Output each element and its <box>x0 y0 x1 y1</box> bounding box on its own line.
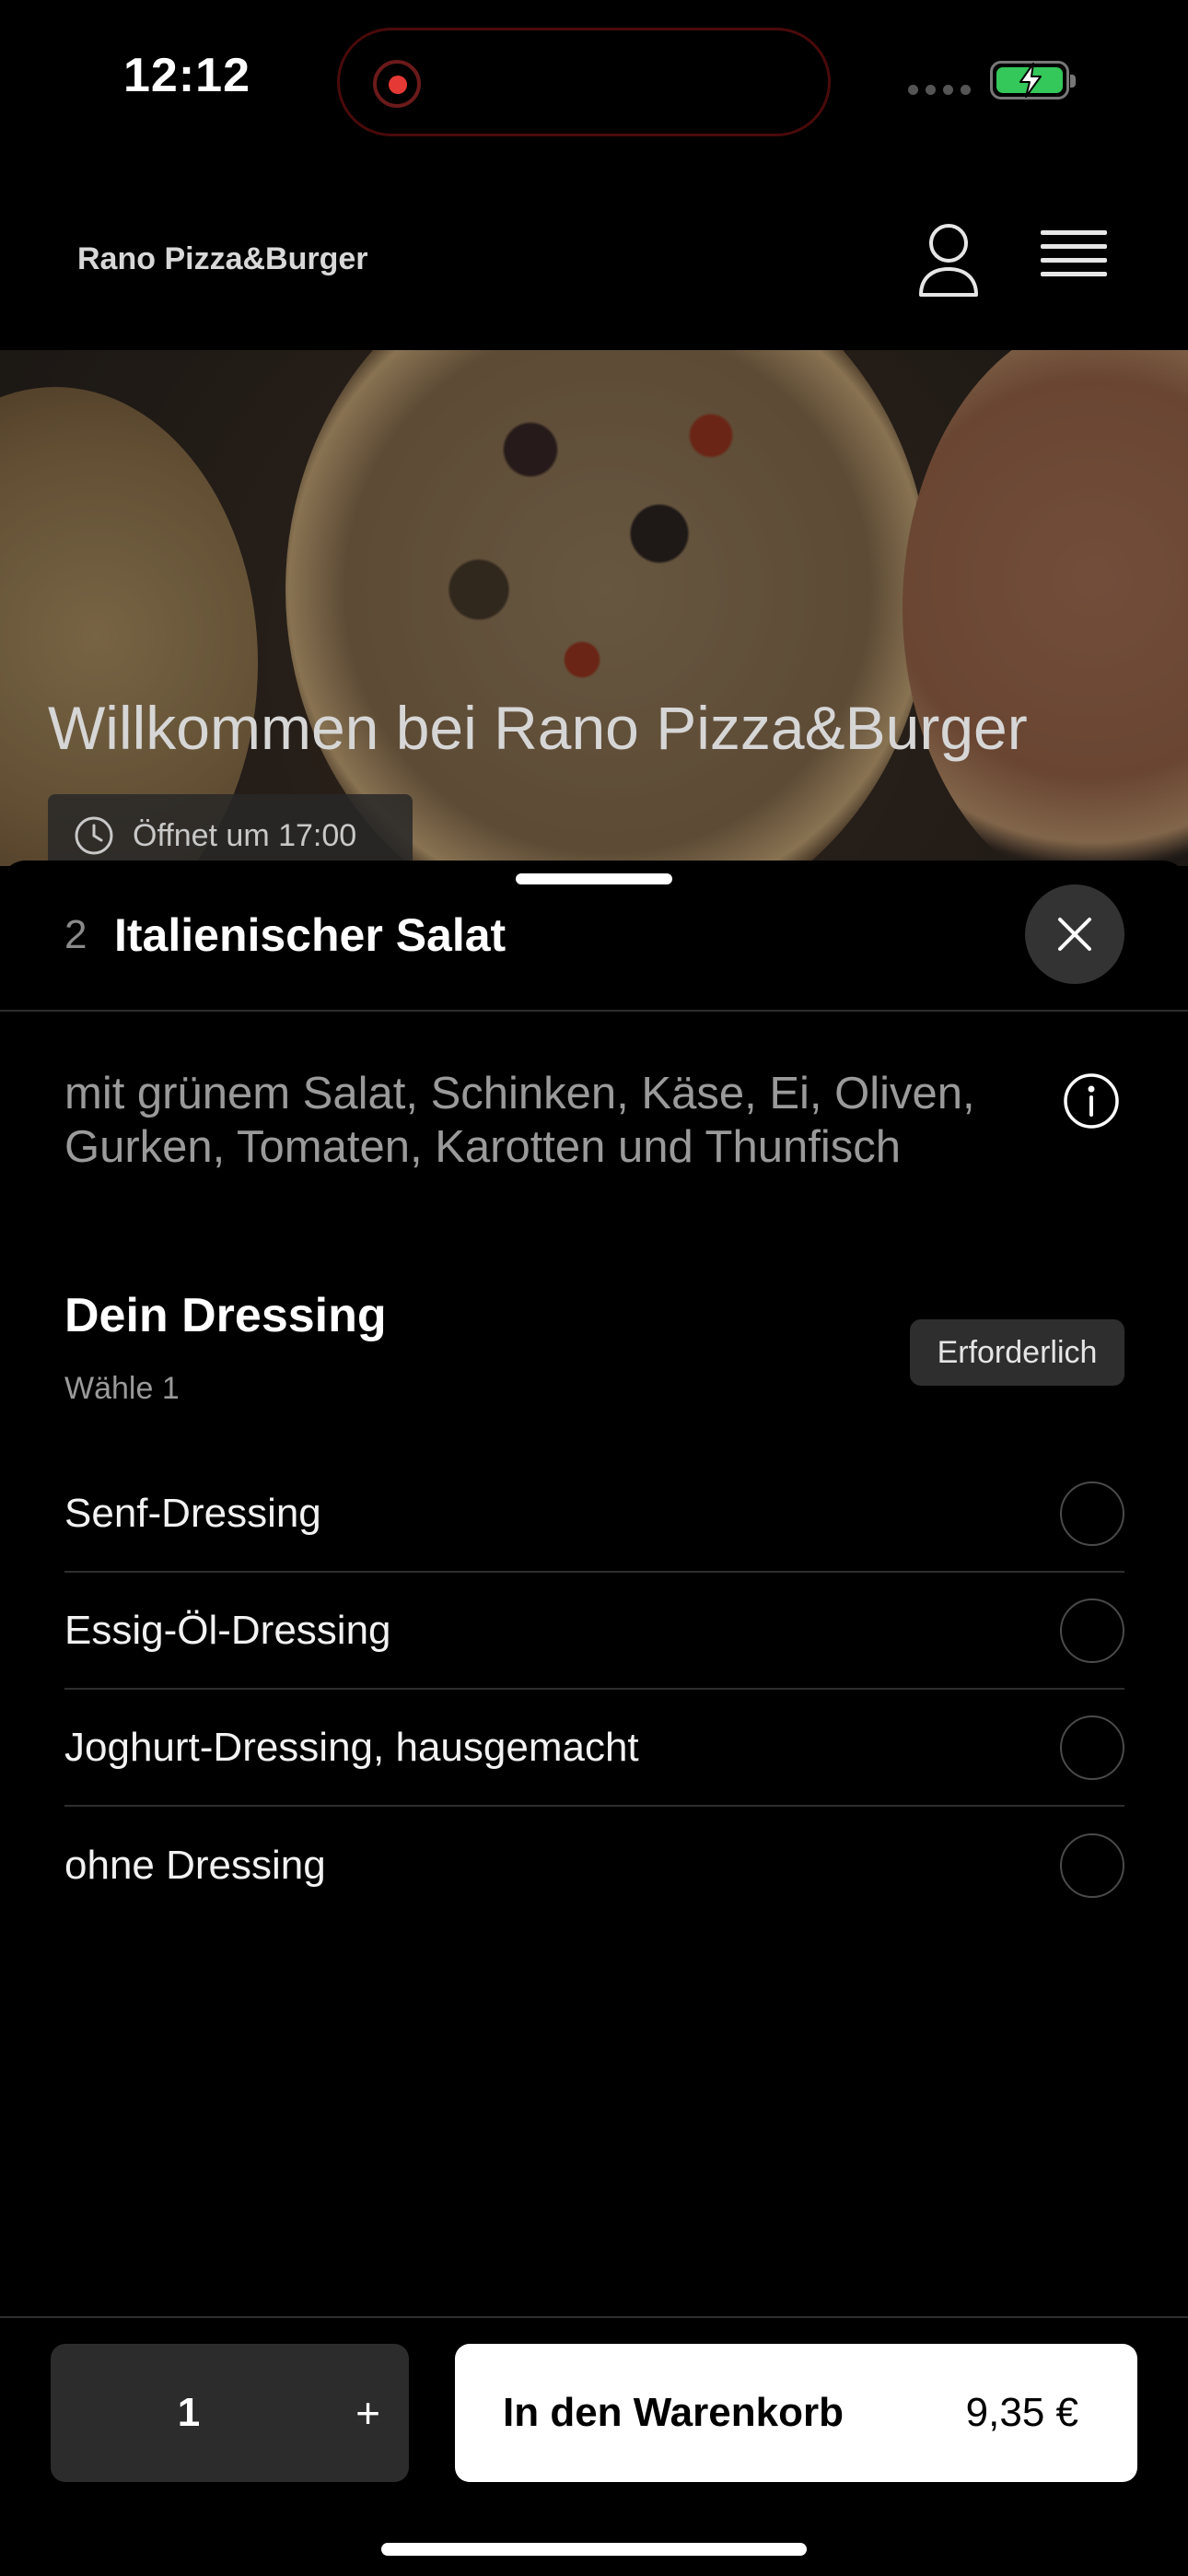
option-joghurt-dressing[interactable]: Joghurt-Dressing, hausgemacht <box>64 1690 1124 1807</box>
signal-icon <box>908 85 971 95</box>
user-icon[interactable] <box>912 219 985 300</box>
recording-icon <box>373 60 421 108</box>
clock-icon <box>75 816 113 855</box>
divider <box>0 2316 1188 2318</box>
charging-bolt-icon <box>1019 63 1042 98</box>
item-title: Italienischer Salat <box>114 909 507 961</box>
option-senf-dressing[interactable]: Senf-Dressing <box>64 1456 1124 1573</box>
item-detail-sheet: 2 Italienischer Salat mit grünem Salat, … <box>0 861 1188 2576</box>
option-label: Joghurt-Dressing, hausgemacht <box>64 1724 639 1770</box>
radio-button[interactable] <box>1060 1481 1124 1546</box>
hero-banner: Willkommen bei Rano Pizza&Burger Öffnet … <box>0 350 1188 866</box>
divider <box>0 1010 1188 1012</box>
close-icon <box>1058 918 1091 951</box>
option-group-title: Dein Dressing <box>64 1289 387 1342</box>
option-ohne-dressing[interactable]: ohne Dressing <box>64 1807 1124 1924</box>
dressing-options: Senf-Dressing Essig-Öl-Dressing Joghurt-… <box>64 1456 1124 1924</box>
radio-button[interactable] <box>1060 1715 1124 1780</box>
option-label: Essig-Öl-Dressing <box>64 1607 391 1653</box>
price: 9,35 € <box>965 2390 1078 2435</box>
status-time: 12:12 <box>123 49 250 102</box>
increment-button[interactable]: + <box>327 2344 409 2482</box>
quantity-value: 1 <box>177 2390 201 2435</box>
app-title: Rano Pizza&Burger <box>77 241 368 276</box>
close-button[interactable] <box>1025 884 1124 984</box>
radio-button[interactable] <box>1060 1598 1124 1663</box>
info-icon <box>1064 1073 1119 1129</box>
home-indicator[interactable] <box>381 2543 807 2556</box>
info-button[interactable] <box>1063 1072 1120 1130</box>
option-label: ohne Dressing <box>64 1842 326 1888</box>
hero-title: Willkommen bei Rano Pizza&Burger <box>48 694 1028 762</box>
dynamic-island <box>337 28 831 136</box>
option-label: Senf-Dressing <box>64 1490 321 1536</box>
screen: 12:12 Rano Pizza&Burger Willkommen bei R… <box>0 0 1188 2576</box>
option-essig-oel-dressing[interactable]: Essig-Öl-Dressing <box>64 1573 1124 1690</box>
add-to-cart-button[interactable]: In den Warenkorb 9,35 € <box>455 2344 1137 2482</box>
battery-icon <box>990 61 1076 100</box>
add-to-cart-label: In den Warenkorb <box>503 2390 844 2435</box>
sheet-grabber[interactable] <box>516 873 672 884</box>
required-badge: Erforderlich <box>910 1319 1124 1386</box>
opening-hours-text: Öffnet um 17:00 <box>133 817 357 853</box>
hamburger-menu-icon[interactable] <box>1041 230 1107 287</box>
radio-button[interactable] <box>1060 1832 1124 1898</box>
quantity-stepper: 1 + <box>51 2344 409 2482</box>
item-description: mit grünem Salat, Schinken, Käse, Ei, Ol… <box>64 1069 975 1172</box>
opening-hours-badge: Öffnet um 17:00 <box>48 794 413 866</box>
item-number: 2 <box>64 912 87 957</box>
option-group-subtitle: Wähle 1 <box>64 1371 180 1406</box>
